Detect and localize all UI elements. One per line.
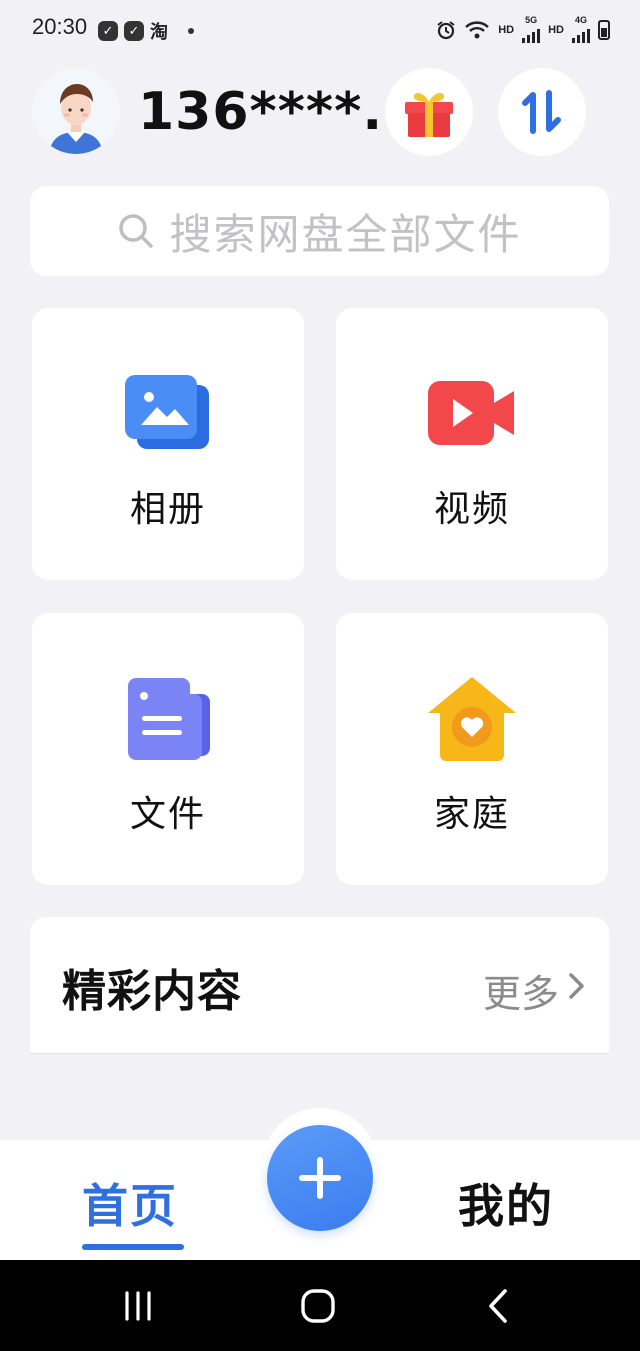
network-label: HD: [498, 23, 515, 36]
file-icon: [128, 678, 210, 760]
video-card[interactable]: 视频: [336, 308, 608, 580]
tab-home-indicator: [82, 1244, 184, 1250]
plus-icon: [299, 1157, 341, 1199]
signal-icon: [522, 25, 541, 43]
back-button[interactable]: [468, 1282, 528, 1330]
search-placeholder: 搜索网盘全部文件: [169, 209, 522, 259]
tab-mine[interactable]: 我的: [458, 1170, 554, 1236]
taobao-notification-icon: 淘: [150, 22, 168, 43]
recent-apps-icon: [125, 1291, 151, 1321]
signal-icon: [572, 25, 590, 43]
transfer-arrows-icon: [522, 90, 561, 134]
network-label: 4G: [574, 15, 587, 25]
alarm-icon: [437, 20, 455, 39]
gift-icon: [405, 92, 453, 137]
featured-section: 精彩内容 更多: [30, 917, 609, 1054]
wifi-icon: [465, 20, 490, 38]
album-card[interactable]: 相册: [32, 308, 304, 580]
add-button[interactable]: [267, 1125, 373, 1231]
avatar[interactable]: [33, 68, 119, 154]
home-circle-icon: [301, 1289, 335, 1323]
search-icon: [119, 214, 154, 248]
files-label: 文件: [129, 794, 206, 835]
featured-more-link[interactable]: 更多: [483, 963, 559, 1018]
files-card[interactable]: 文件: [32, 613, 304, 885]
video-icon: [428, 381, 514, 445]
family-card[interactable]: 家庭: [336, 613, 608, 885]
recent-apps-button[interactable]: [108, 1282, 168, 1330]
video-label: 视频: [433, 489, 510, 530]
more-notifications-dot: [188, 28, 194, 34]
tab-home[interactable]: 首页: [82, 1170, 178, 1236]
avatar-illustration-icon: [33, 68, 119, 154]
network-label: HD: [548, 23, 564, 36]
status-bar: 20:30 ✓ ✓ 淘 HD 5G HD 4G: [0, 0, 640, 60]
home-button[interactable]: [288, 1282, 348, 1330]
username[interactable]: 136****...: [138, 82, 425, 142]
battery-icon: [598, 19, 610, 40]
network-label: 5G: [525, 15, 538, 25]
album-icon: [125, 375, 209, 449]
transfer-button[interactable]: [498, 68, 586, 156]
search-input[interactable]: 搜索网盘全部文件: [30, 186, 609, 276]
family-label: 家庭: [433, 794, 510, 835]
featured-title: 精彩内容: [62, 966, 242, 1017]
notification-check-icon: ✓: [124, 21, 144, 41]
album-label: 相册: [129, 489, 206, 530]
status-time: 20:30: [32, 14, 88, 39]
notification-check-icon: ✓: [98, 21, 118, 41]
back-chevron-icon: [489, 1289, 507, 1323]
family-home-icon: [428, 677, 516, 761]
status-system-icons: HD 5G HD 4G: [436, 16, 610, 43]
chevron-right-icon[interactable]: [567, 971, 587, 1001]
gift-button[interactable]: [385, 68, 473, 156]
status-notifications: ✓ ✓ 淘: [98, 18, 194, 44]
